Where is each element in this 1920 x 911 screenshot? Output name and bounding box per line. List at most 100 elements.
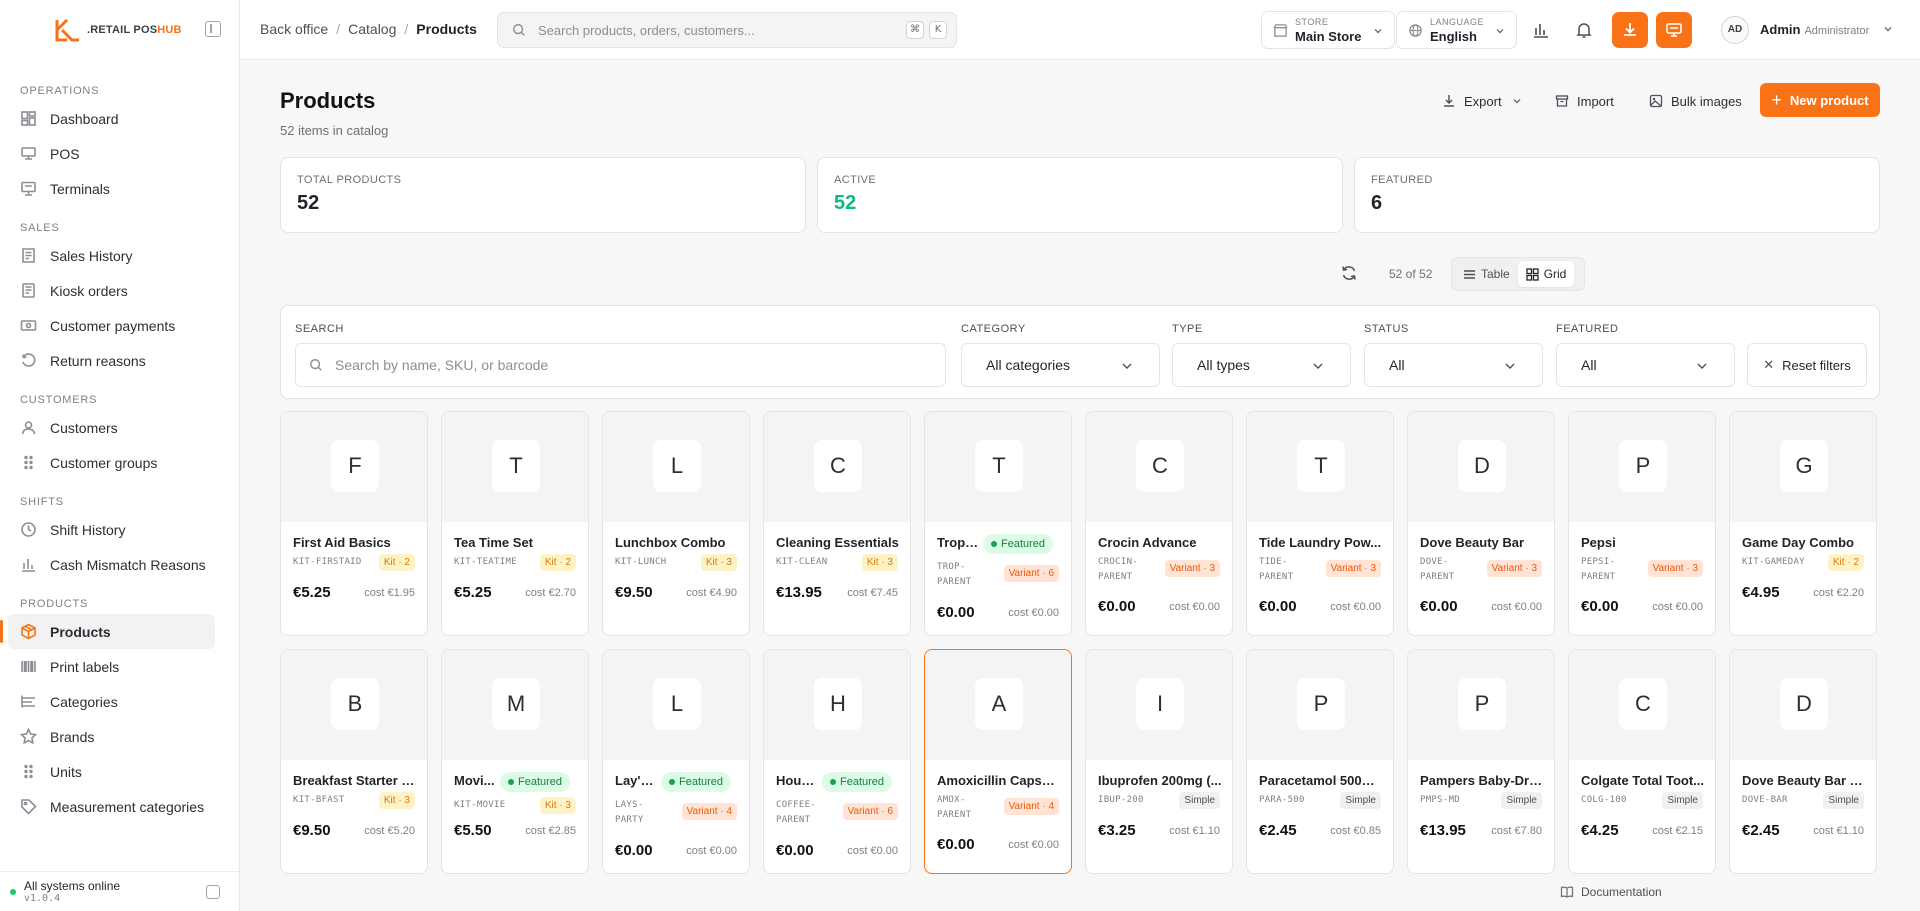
featured-select[interactable]: All bbox=[1556, 343, 1735, 387]
sidebar-item-categories[interactable]: Categories bbox=[0, 684, 215, 719]
product-card[interactable]: C Crocin Advance CROCIN- PARENT Variant · 3 €… bbox=[1085, 411, 1233, 636]
product-name: Cleaning Essentials bbox=[776, 535, 899, 550]
open-pos-button[interactable] bbox=[1656, 12, 1692, 48]
sidebar-item-measurement-categories[interactable]: Measurement categories bbox=[0, 789, 215, 824]
archive-icon bbox=[1555, 95, 1569, 107]
sidebar-item-dashboard[interactable]: Dashboard bbox=[0, 101, 215, 136]
product-card[interactable]: G Game Day Combo KIT-GAMEDAY Kit · 2 €4.95 co… bbox=[1729, 411, 1877, 636]
product-card[interactable]: I Ibuprofen 200mg (... IBUP-200 Simple €3.25… bbox=[1085, 649, 1233, 874]
sidebar-item-cash-mismatch-reasons[interactable]: Cash Mismatch Reasons bbox=[0, 547, 215, 582]
sidebar-collapse-icon[interactable] bbox=[205, 21, 221, 37]
refresh-icon[interactable] bbox=[1340, 264, 1358, 282]
reports-button[interactable] bbox=[1523, 12, 1559, 48]
product-card[interactable]: T Tea Time Set KIT-TEATIME Kit · 2 €5.25 cost… bbox=[441, 411, 589, 636]
sidebar-item-products[interactable]: Products bbox=[0, 614, 215, 649]
product-card[interactable]: T Tide Laundry Pow... TIDE- PARENT Variant ·… bbox=[1246, 411, 1394, 636]
nav-group-title: OPERATIONS bbox=[20, 85, 100, 97]
product-card[interactable]: P Paracetamol 500m... PARA-500 Simple €2.45 c… bbox=[1246, 649, 1394, 874]
type-select[interactable]: All types bbox=[1172, 343, 1351, 387]
product-thumbnail: P bbox=[1247, 650, 1393, 760]
bulk-images-button[interactable]: Bulk images bbox=[1649, 84, 1742, 118]
export-button[interactable]: Export bbox=[1442, 84, 1530, 118]
import-button[interactable]: Import bbox=[1555, 84, 1614, 118]
sidebar-item-customers[interactable]: Customers bbox=[0, 410, 215, 445]
table-view-label: Table bbox=[1481, 267, 1510, 281]
product-type-badge: Kit · 3 bbox=[861, 554, 898, 571]
search-filter-label: SEARCH bbox=[295, 323, 344, 335]
product-cost: cost €0.00 bbox=[1008, 839, 1059, 851]
terminal-icon bbox=[20, 180, 37, 197]
product-card[interactable]: B Breakfast Starter P... KIT-BFAST Kit · 3 €… bbox=[280, 649, 428, 874]
global-search-input[interactable]: Search products, orders, customers... ⌘ … bbox=[497, 12, 957, 48]
store-icon bbox=[1273, 24, 1288, 37]
plus-icon: + bbox=[1771, 89, 1782, 110]
product-name: Game Day Combo bbox=[1742, 535, 1854, 550]
sidebar-item-customer-payments[interactable]: Customer payments bbox=[0, 308, 215, 343]
product-cost: cost €0.00 bbox=[1652, 601, 1703, 613]
product-card[interactable]: D Dove Beauty Bar 1... DOVE-BAR Simple €2.45… bbox=[1729, 649, 1877, 874]
product-sku: COFFEE- bbox=[776, 800, 817, 810]
product-thumbnail: H bbox=[764, 650, 910, 760]
product-card[interactable]: C Colgate Total Toot... COLG-100 Simple €4.2… bbox=[1568, 649, 1716, 874]
product-card[interactable]: C Cleaning Essentials KIT-CLEAN Kit · 3 €13.… bbox=[763, 411, 911, 636]
sidebar-item-brands[interactable]: Brands bbox=[0, 719, 215, 754]
store-select[interactable]: STORE Main Store bbox=[1261, 11, 1395, 49]
download-icon bbox=[1624, 23, 1636, 36]
product-cost: cost €2.85 bbox=[525, 825, 576, 837]
product-card[interactable]: M Movi... Featured KIT-MOVIE Kit · 3 €5.50 cos… bbox=[441, 649, 589, 874]
bulk-images-label: Bulk images bbox=[1671, 93, 1742, 109]
user-menu[interactable]: Admin Administrator bbox=[1760, 22, 1893, 37]
new-product-button[interactable]: + New product bbox=[1760, 83, 1880, 117]
sidebar-item-kiosk-orders[interactable]: Kiosk orders bbox=[0, 273, 215, 308]
avatar[interactable]: AD bbox=[1721, 16, 1749, 44]
product-card[interactable]: F First Aid Basics KIT-FIRSTAID Kit · 2 €5.2… bbox=[280, 411, 428, 636]
product-cost: cost €1.10 bbox=[1169, 825, 1220, 837]
breadcrumb-catalog[interactable]: Catalog bbox=[348, 21, 396, 37]
sidebar-item-shift-history[interactable]: Shift History bbox=[0, 512, 215, 547]
product-card[interactable]: T Tropi... Featured TROP- PARENT Variant · 6 €… bbox=[924, 411, 1072, 636]
product-card[interactable]: L Lunchbox Combo KIT-LUNCH Kit · 3 €9.50 cost… bbox=[602, 411, 750, 636]
sidebar-item-customer-groups[interactable]: Customer groups bbox=[0, 445, 215, 480]
product-thumbnail: C bbox=[1086, 412, 1232, 522]
product-price: €4.25 bbox=[1581, 822, 1619, 839]
download-button[interactable] bbox=[1612, 12, 1648, 48]
language-select[interactable]: LANGUAGE English bbox=[1396, 11, 1517, 49]
product-card[interactable]: P Pampers Baby-Dry... PMPS-MD Simple €13.95 c… bbox=[1407, 649, 1555, 874]
store-label: STORE bbox=[1295, 17, 1329, 27]
sidebar-item-sales-history[interactable]: Sales History bbox=[0, 238, 215, 273]
panel-toggle-icon[interactable] bbox=[206, 885, 220, 899]
sidebar-item-print-labels[interactable]: Print labels bbox=[0, 649, 215, 684]
product-type-badge: Kit · 2 bbox=[1827, 554, 1864, 571]
table-view-button[interactable]: Table bbox=[1455, 261, 1518, 287]
search-icon bbox=[513, 24, 525, 36]
reset-filters-button[interactable]: ✕ Reset filters bbox=[1747, 343, 1867, 387]
sidebar-item-pos[interactable]: POS bbox=[0, 136, 215, 171]
documentation-link[interactable]: Documentation bbox=[1560, 885, 1662, 899]
grid-view-button[interactable]: Grid bbox=[1517, 261, 1575, 287]
product-search-input[interactable]: Search by name, SKU, or barcode bbox=[295, 343, 946, 387]
sidebar-item-return-reasons[interactable]: Return reasons bbox=[0, 343, 215, 378]
status-select[interactable]: All bbox=[1364, 343, 1543, 387]
product-thumbnail: L bbox=[603, 412, 749, 522]
product-card[interactable]: D Dove Beauty Bar DOVE- PARENT Variant · 3 €0… bbox=[1407, 411, 1555, 636]
pos-icon bbox=[20, 145, 37, 162]
product-initial: I bbox=[1136, 678, 1184, 730]
stat-value: 52 bbox=[297, 192, 320, 214]
breadcrumb-back-office[interactable]: Back office bbox=[260, 21, 328, 37]
sidebar-item-terminals[interactable]: Terminals bbox=[0, 171, 215, 206]
product-card[interactable]: P Pepsi PEPSI- PARENT Variant · 3 €0.00 cost €… bbox=[1568, 411, 1716, 636]
product-card[interactable]: A Amoxicillin Capsules AMOX- PARENT Variant … bbox=[924, 649, 1072, 874]
product-sku: PARA-500 bbox=[1259, 795, 1305, 805]
product-card[interactable]: H Hous... Featured COFFEE- PARENT Variant · 6… bbox=[763, 649, 911, 874]
brand-logo[interactable]: .RETAIL POSHUB bbox=[0, 0, 239, 60]
product-thumbnail: D bbox=[1408, 412, 1554, 522]
product-price: €3.25 bbox=[1098, 822, 1136, 839]
sidebar-item-units[interactable]: Units bbox=[0, 754, 215, 789]
sidebar-item-label: Customer payments bbox=[50, 317, 176, 334]
category-select[interactable]: All categories bbox=[961, 343, 1160, 387]
featured-badge: Featured bbox=[822, 772, 893, 792]
notifications-button[interactable] bbox=[1566, 12, 1602, 48]
featured-badge: Featured bbox=[500, 772, 571, 792]
product-card[interactable]: L Lay's ... Featured LAYS- PARTY Variant · 4 €… bbox=[602, 649, 750, 874]
system-status: All systems online v1.0.4 bbox=[0, 871, 240, 911]
